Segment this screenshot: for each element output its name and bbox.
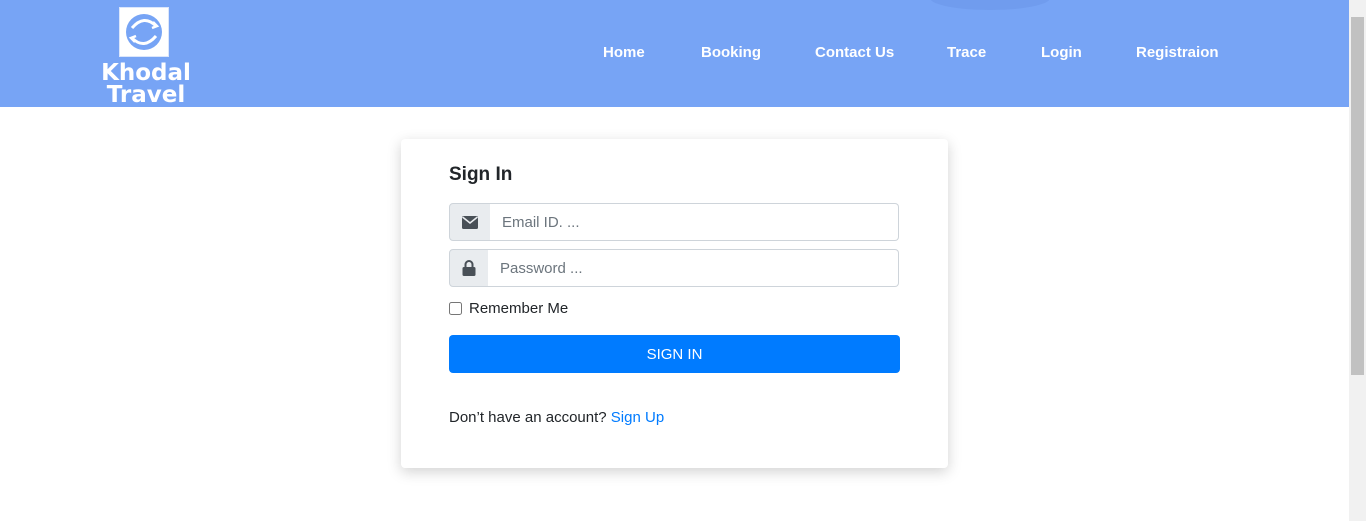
nav-link-trace[interactable]: Trace xyxy=(947,44,986,62)
remember-me-row[interactable]: Remember Me xyxy=(449,299,568,317)
remember-me-label: Remember Me xyxy=(469,299,569,317)
nav-link-home[interactable]: Home xyxy=(603,44,645,62)
top-navbar: Khodal Travel Home Booking Contact Us Tr… xyxy=(0,0,1349,107)
nav-link-booking[interactable]: Booking xyxy=(701,44,761,62)
nav-link-contact-us[interactable]: Contact Us xyxy=(815,44,894,62)
password-input-group xyxy=(449,249,900,287)
remember-me-checkbox[interactable] xyxy=(449,301,462,315)
password-field[interactable] xyxy=(488,249,899,287)
sign-up-link[interactable]: Sign Up xyxy=(611,409,664,426)
sign-in-button[interactable]: SIGN IN xyxy=(449,335,900,373)
email-input-group xyxy=(449,203,900,241)
signup-prompt: Don’t have an account? Sign Up xyxy=(449,409,664,426)
email-field[interactable] xyxy=(490,203,899,241)
scrollbar-thumb[interactable] xyxy=(1351,17,1364,375)
signup-prompt-text: Don’t have an account? xyxy=(449,409,607,426)
signin-card: Sign In Remember Me SIGN IN Don’t have a… xyxy=(401,139,948,468)
page-scrollbar[interactable] xyxy=(1349,0,1366,521)
logo-text-line-1: Khodal xyxy=(101,60,191,86)
navbar-decoration xyxy=(930,0,1050,10)
logo-text-line-2: Travel xyxy=(106,82,186,108)
lock-icon xyxy=(449,249,489,287)
brand-logo[interactable]: Khodal Travel xyxy=(92,5,200,108)
globe-arrows-icon xyxy=(119,7,169,57)
nav-link-registration[interactable]: Registraion xyxy=(1136,44,1219,62)
nav-link-login[interactable]: Login xyxy=(1041,44,1082,62)
envelope-icon xyxy=(449,203,491,241)
signin-title: Sign In xyxy=(449,164,513,185)
